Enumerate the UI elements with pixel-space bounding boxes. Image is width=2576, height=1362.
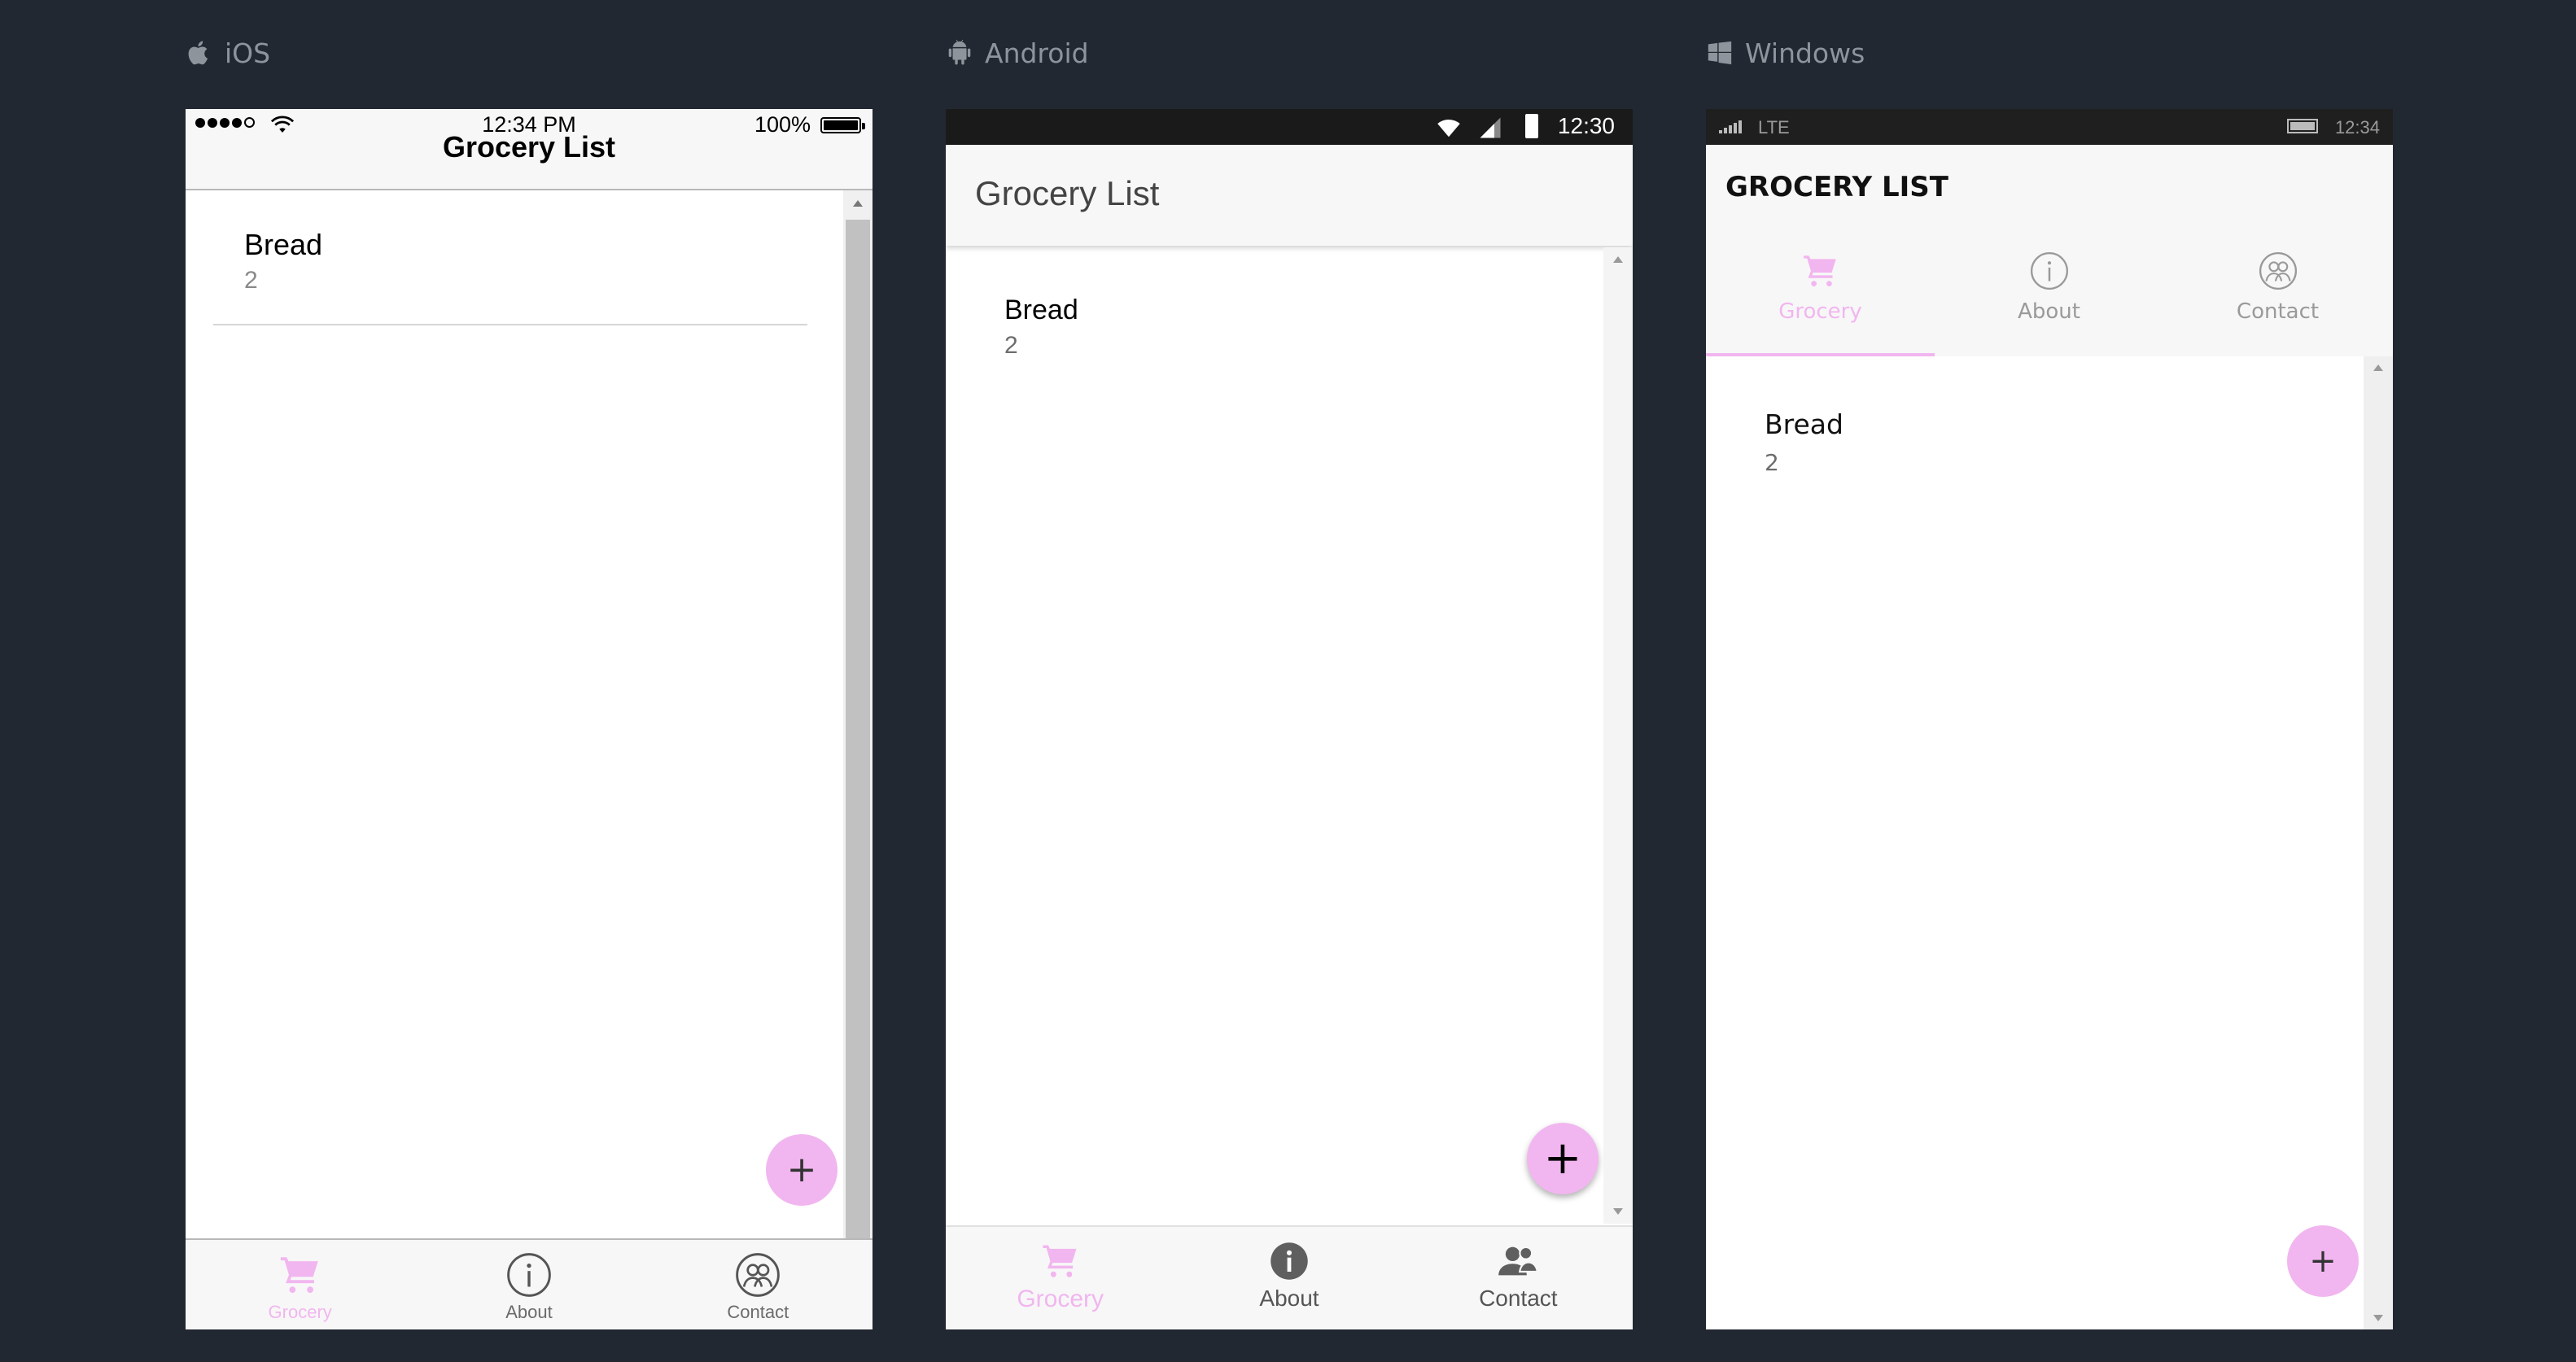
tab-grocery[interactable]: Grocery — [1706, 236, 1935, 356]
app-header: GROCERY LIST Grocery About Contact — [1706, 145, 2393, 356]
tab-label: Grocery — [1017, 1286, 1104, 1312]
tab-contact[interactable]: Contact — [1404, 1227, 1633, 1329]
platform-name: Windows — [1745, 37, 1865, 69]
platform-name: Android — [985, 37, 1089, 69]
wifi-icon — [1437, 119, 1460, 138]
tab-label: Contact — [1479, 1286, 1558, 1311]
item-name: Bread — [1765, 408, 1843, 440]
apple-icon — [188, 41, 208, 65]
scrollbar[interactable] — [1603, 247, 1633, 1224]
cart-icon — [280, 1257, 318, 1293]
contacts-icon — [1498, 1246, 1539, 1276]
info-icon — [507, 1253, 551, 1297]
tab-label: Contact — [2236, 299, 2320, 324]
signal-strength-icon — [1719, 120, 1742, 133]
scrollbar[interactable] — [2364, 356, 2393, 1329]
tab-label: Contact — [727, 1302, 789, 1322]
tab-contact[interactable]: Contact — [644, 1240, 873, 1329]
app-toolbar: Grocery List — [946, 145, 1633, 246]
tab-about[interactable]: About — [1935, 236, 2163, 356]
status-bar: LTE 12:34 — [1706, 109, 2393, 145]
tab-bar: Grocery About Contact — [186, 1238, 873, 1329]
android-icon — [948, 39, 971, 65]
contacts-icon — [2259, 251, 2297, 290]
page-title: Grocery List — [975, 174, 1160, 212]
scrollbar-thumb[interactable] — [846, 220, 870, 1318]
item-name: Bread — [1004, 295, 1078, 325]
platform-name: iOS — [225, 37, 271, 69]
battery-icon — [1525, 114, 1538, 138]
scroll-down-arrow-icon[interactable] — [2364, 1307, 2393, 1329]
network-type: LTE — [1758, 117, 1790, 138]
plus-icon: + — [2309, 1242, 2337, 1280]
tab-grocery[interactable]: Grocery — [946, 1227, 1174, 1329]
add-item-button[interactable]: + — [2287, 1225, 2359, 1297]
tab-about[interactable]: About — [1174, 1227, 1403, 1329]
tab-label: Grocery — [1778, 299, 1862, 324]
grocery-list: Bread 2 — [1706, 356, 2364, 1329]
scroll-up-arrow-icon[interactable] — [2364, 356, 2393, 379]
cellular-signal-icon — [1480, 117, 1501, 138]
status-bar: 12:30 — [946, 109, 1633, 145]
android-phone-screen: 12:30 Grocery List Bread 2 + Grocery Abo… — [946, 109, 1633, 1329]
scrollbar[interactable] — [843, 190, 873, 1329]
windows-phone-screen: LTE 12:34 GROCERY LIST Grocery About Con… — [1706, 109, 2393, 1329]
scroll-up-arrow-icon[interactable] — [1603, 247, 1633, 272]
cart-icon — [1042, 1245, 1077, 1277]
platform-label-ios: iOS — [186, 33, 270, 73]
platform-label-windows: Windows — [1706, 33, 1865, 73]
platform-label-android: Android — [946, 33, 1089, 73]
item-quantity: 2 — [1004, 332, 1018, 359]
scroll-up-arrow-icon[interactable] — [843, 190, 873, 216]
windows-icon — [1708, 41, 1732, 65]
tab-contact[interactable]: Contact — [2163, 236, 2392, 356]
add-item-button[interactable]: + — [766, 1134, 838, 1206]
tab-label: About — [1259, 1286, 1319, 1311]
info-icon — [2030, 251, 2068, 290]
status-time: 12:30 — [1557, 113, 1615, 138]
ios-phone-screen: 12:34 PM 100% Grocery List Bread 2 + Gro… — [186, 109, 873, 1329]
list-item[interactable]: Bread 2 — [213, 212, 807, 325]
battery-icon — [2287, 119, 2318, 133]
tab-strip: Grocery About Contact — [1706, 236, 2393, 356]
grocery-list: Bread 2 — [186, 190, 843, 1329]
tab-label: About — [2018, 299, 2080, 324]
add-item-button[interactable]: + — [1527, 1123, 1599, 1194]
contacts-icon — [736, 1253, 781, 1297]
tab-grocery[interactable]: Grocery — [186, 1240, 414, 1329]
status-time: 12:34 — [2334, 117, 2380, 138]
page-title: GROCERY LIST — [1725, 171, 1948, 203]
tab-label: About — [505, 1302, 553, 1322]
info-icon — [1271, 1242, 1308, 1280]
tab-label: Grocery — [268, 1302, 332, 1322]
plus-icon: + — [1543, 1132, 1582, 1185]
page-title: Grocery List — [442, 130, 616, 164]
item-quantity: 2 — [1765, 449, 1779, 476]
item-name: Bread — [244, 228, 323, 261]
navigation-bar: 12:34 PM 100% Grocery List — [186, 109, 873, 190]
item-quantity: 2 — [244, 267, 258, 294]
tab-about[interactable]: About — [414, 1240, 643, 1329]
plus-icon: + — [786, 1149, 817, 1190]
bottom-navigation: Grocery About Contact — [946, 1225, 1633, 1329]
scroll-down-arrow-icon[interactable] — [1603, 1199, 1633, 1224]
cart-icon — [1803, 255, 1836, 286]
grocery-list: Bread 2 — [946, 247, 1603, 1224]
